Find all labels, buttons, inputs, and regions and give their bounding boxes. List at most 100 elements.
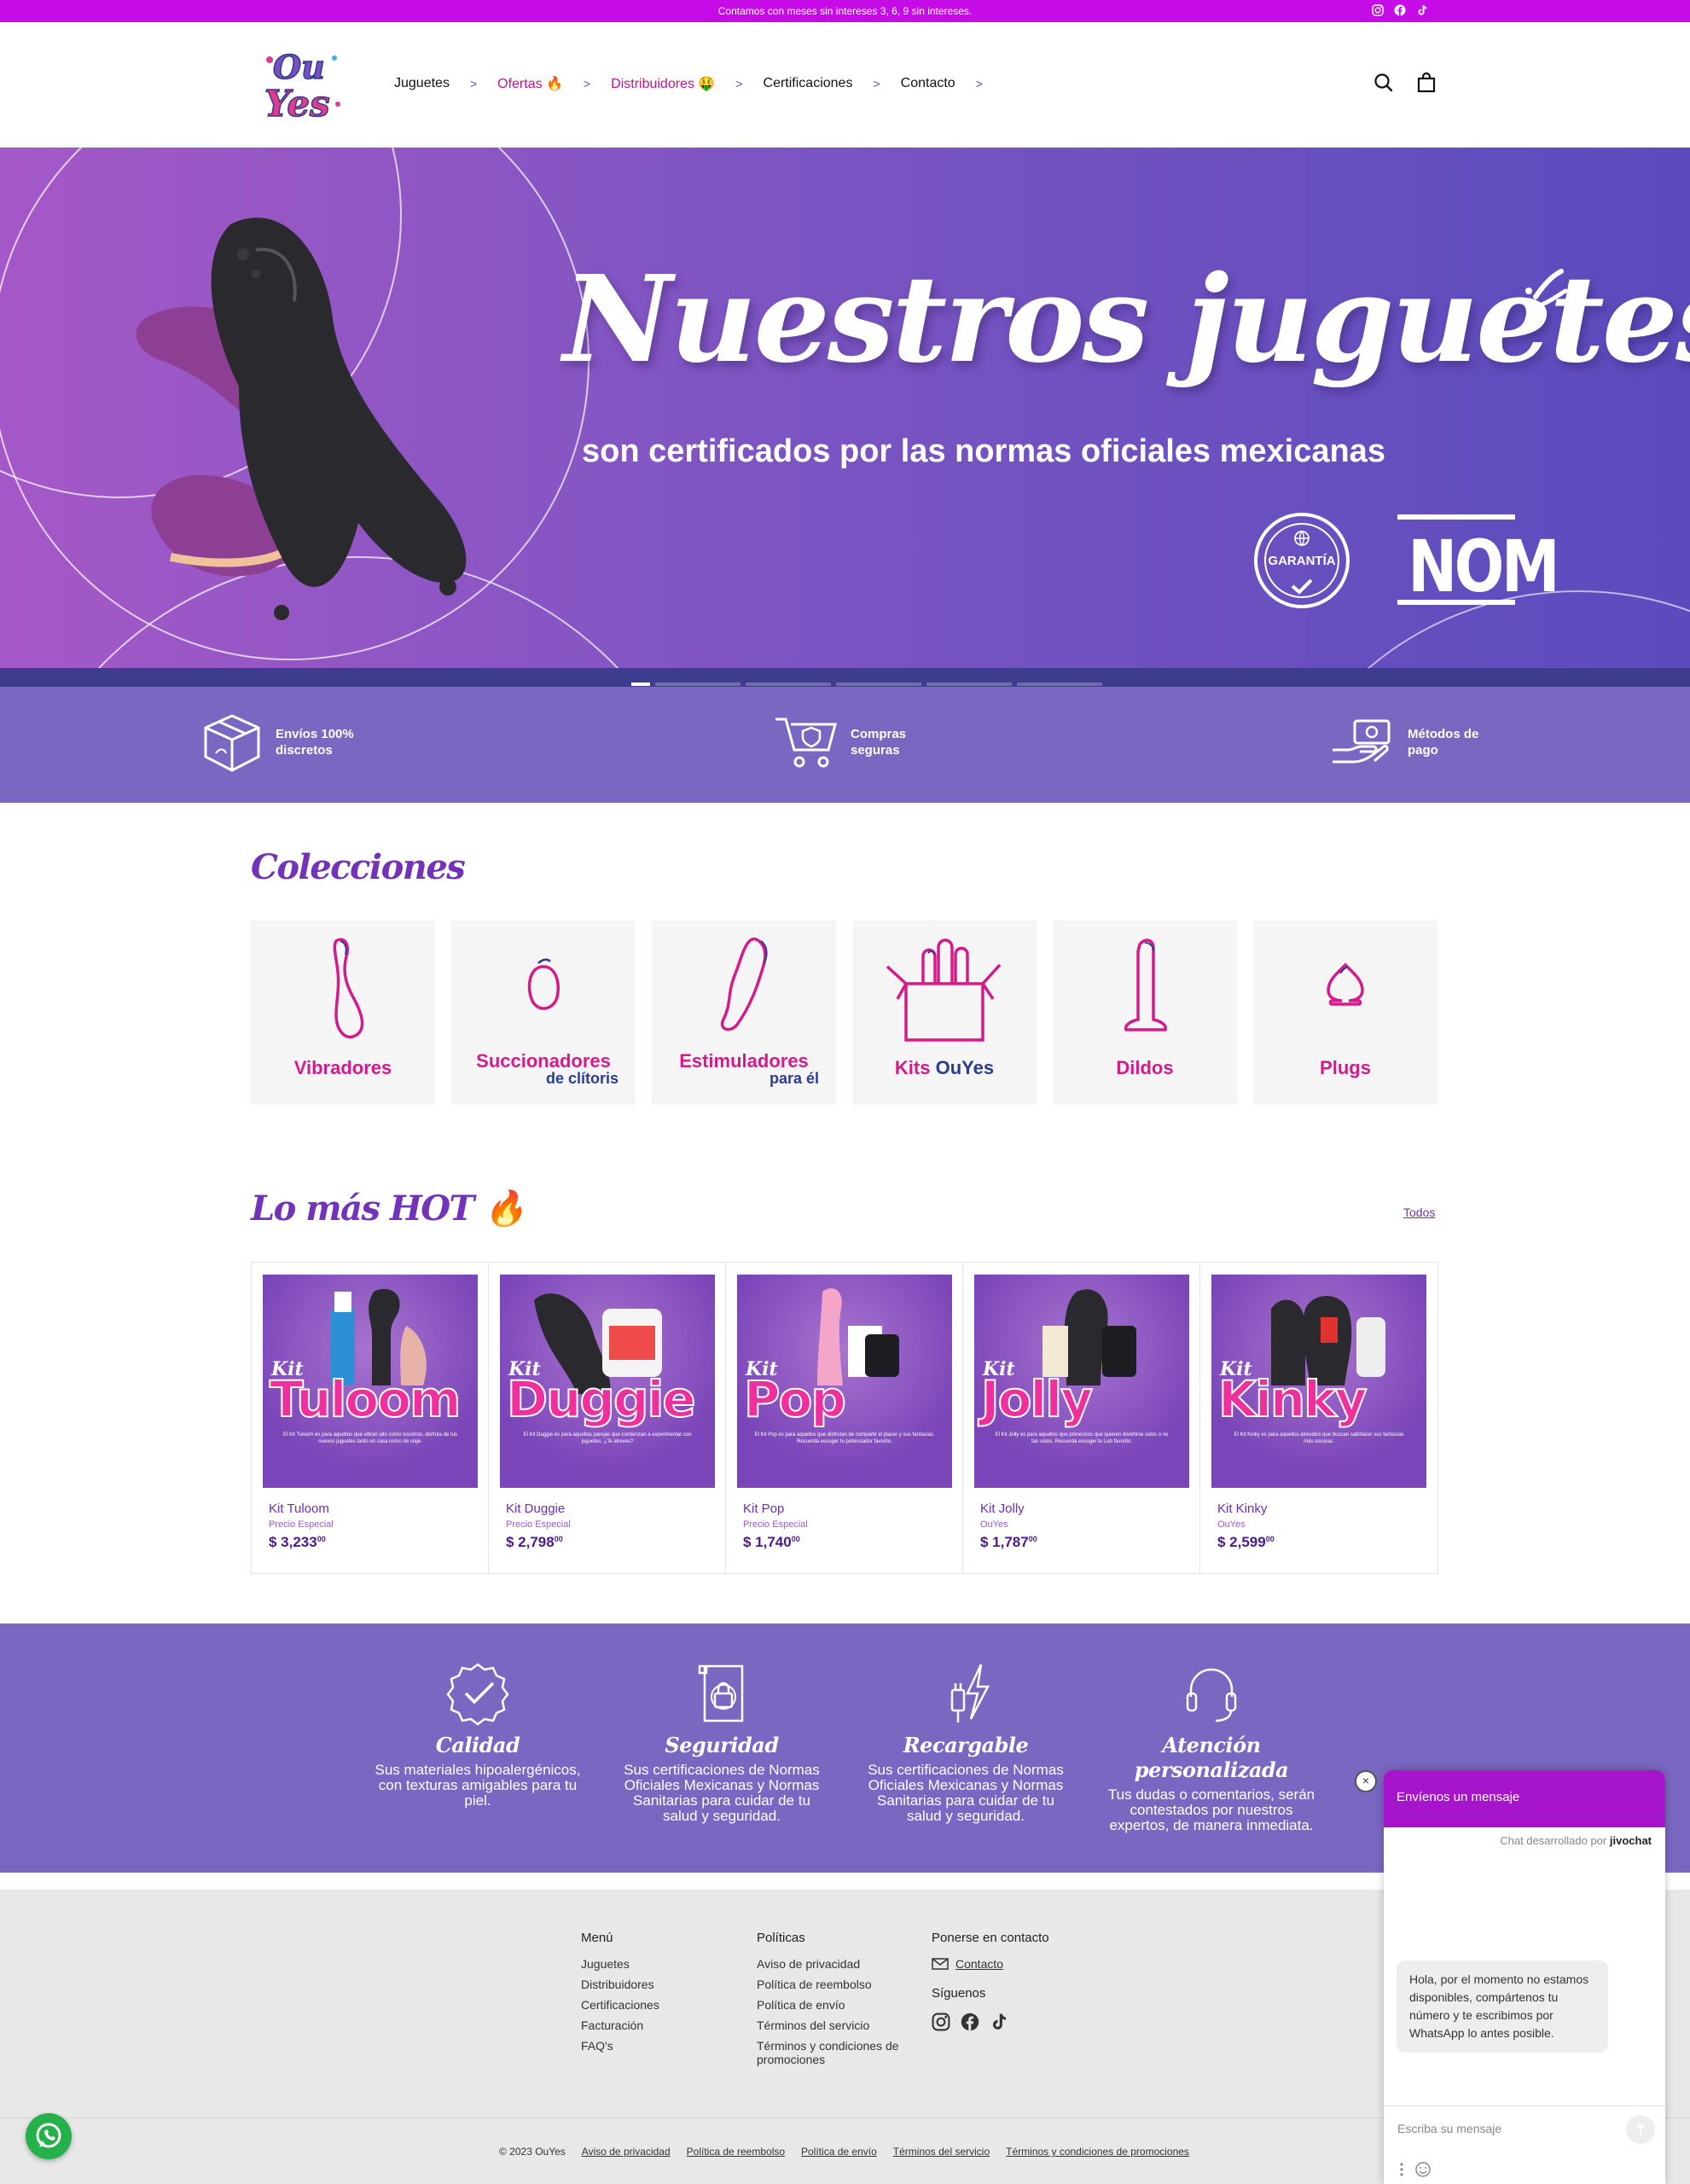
nav-chevron[interactable]: >	[470, 77, 477, 90]
slider-dot[interactable]	[836, 682, 921, 686]
chat-message: Hola, por el momento no estamos disponib…	[1397, 1960, 1608, 2053]
nav-juguetes[interactable]: Juguetes >	[394, 76, 497, 91]
nav-contacto[interactable]: Contacto >	[901, 76, 1003, 91]
slider-dot[interactable]	[746, 682, 831, 686]
garantia-label: GARANTÍA	[1268, 554, 1336, 568]
product-image[interactable]: Kit Kinky El Kit Kinky es para aquellos …	[1211, 1275, 1426, 1488]
ouyes-word: OuYes	[935, 1057, 995, 1078]
product-name[interactable]: Kit Jolly	[980, 1502, 1025, 1516]
footer-link[interactable]: Juguetes	[581, 1957, 659, 1971]
nav-chevron[interactable]: >	[873, 77, 880, 90]
bottom-link[interactable]: Términos y condiciones de promociones	[1006, 2146, 1189, 2158]
vibrator-icon	[333, 938, 364, 1039]
footer-link[interactable]: Certificaciones	[581, 1998, 659, 2012]
collection-label: Plugs	[1320, 1057, 1371, 1078]
hero-banner[interactable]: Nuestros juguetes son certificados por l…	[0, 148, 1690, 687]
cart-icon[interactable]	[1415, 72, 1437, 94]
emoji-icon[interactable]	[1414, 2161, 1432, 2178]
footer-link[interactable]: Política de envío	[757, 1998, 910, 2012]
footer-contact-link[interactable]: Contacto	[932, 1957, 1049, 1971]
tiktok-icon[interactable]	[990, 2013, 1008, 2031]
value-title: Calidad	[435, 1733, 520, 1757]
facebook-icon[interactable]	[961, 2013, 979, 2031]
collection-label: Dildos	[1116, 1057, 1174, 1078]
footer-link[interactable]: Aviso de privacidad	[757, 1957, 910, 1971]
whatsapp-button[interactable]	[26, 2113, 72, 2159]
product-name[interactable]: Kit Kinky	[1217, 1502, 1267, 1516]
product-price: $ 3,23300	[269, 1534, 326, 1551]
product-vendor: OuYes	[980, 1519, 1008, 1530]
hot-title: Lo más HOT 🔥	[251, 1188, 526, 1228]
slider-dot[interactable]	[655, 682, 740, 686]
chat-close-button[interactable]: ×	[1355, 1770, 1377, 1792]
footer-contact-title: Ponerse en contacto	[932, 1931, 1049, 1945]
view-all-link[interactable]: Todos	[1403, 1205, 1435, 1219]
slider-dot[interactable]	[926, 682, 1012, 686]
bottom-link[interactable]: Aviso de privacidad	[582, 2146, 671, 2158]
nav-ofertas[interactable]: Ofertas 🔥 >	[497, 75, 611, 92]
instagram-icon[interactable]	[932, 2013, 950, 2031]
footer-link[interactable]: Términos y condiciones de promociones	[757, 2039, 910, 2066]
brand-logo[interactable]: Ou Yes	[253, 41, 348, 126]
product-card[interactable]: Kit Tuloom El Kit Tuloom es para aquello…	[252, 1263, 489, 1573]
search-icon[interactable]	[1373, 72, 1395, 94]
bottom-link[interactable]: Política de envío	[801, 2146, 877, 2158]
nav-chevron[interactable]: >	[584, 77, 590, 90]
facebook-icon[interactable]	[1392, 3, 1408, 18]
product-image[interactable]: Kit Jolly El Kit Jolly es para aquellos …	[974, 1275, 1189, 1488]
whatsapp-icon	[36, 2123, 61, 2148]
bottom-link[interactable]: Términos del servicio	[893, 2146, 990, 2158]
footer-contact: Ponerse en contacto Contacto Síguenos	[932, 1931, 1049, 2031]
product-name[interactable]: Kit Pop	[743, 1502, 784, 1516]
feature-payment: Métodos de pago	[1329, 709, 1501, 775]
collection-dildos[interactable]: Dildos	[1053, 921, 1237, 1105]
collection-estimuladores[interactable]: Estimuladores para él	[652, 921, 836, 1105]
product-image-name: Pop	[743, 1369, 847, 1429]
bottom-link[interactable]: Política de reembolso	[687, 2146, 785, 2158]
product-image[interactable]: Kit Tuloom El Kit Tuloom es para aquello…	[263, 1275, 478, 1488]
send-button[interactable]	[1626, 2115, 1655, 2144]
chat-brand[interactable]: jivochat	[1610, 1834, 1652, 1847]
footer-link[interactable]: Términos del servicio	[757, 2018, 910, 2032]
footer-link[interactable]: FAQ's	[581, 2039, 659, 2053]
quality-seal-icon	[446, 1663, 509, 1726]
nav-chevron[interactable]: >	[735, 77, 742, 90]
plug-icon	[1327, 962, 1364, 1006]
hot-title-text: Lo más HOT	[251, 1188, 474, 1228]
value-title: Recargable	[903, 1733, 1029, 1757]
product-card[interactable]: Kit Pop El Kit Pop es para aquellos que …	[726, 1263, 963, 1573]
product-card[interactable]: Kit Kinky El Kit Kinky es para aquellos …	[1200, 1263, 1437, 1573]
product-image-name: Jolly	[980, 1369, 1094, 1429]
nav-certificaciones[interactable]: Certificaciones >	[764, 76, 901, 91]
more-options-icon[interactable]	[1397, 2161, 1406, 2178]
nav-distribuidores[interactable]: Distribuidores 🤑 >	[611, 75, 763, 92]
footer-link[interactable]: Distribuidores	[581, 1978, 659, 1991]
product-name[interactable]: Kit Duggie	[506, 1502, 565, 1516]
collection-vibradores[interactable]: Vibradores	[251, 921, 435, 1105]
collection-succionadores[interactable]: Succionadores de clítoris	[451, 921, 636, 1105]
chat-input[interactable]: Escriba su mensaje	[1397, 2122, 1501, 2135]
instagram-icon[interactable]	[1370, 3, 1385, 18]
tiktok-icon[interactable]	[1414, 3, 1430, 18]
slider-dot[interactable]	[631, 682, 650, 686]
product-vendor: Precio Especial	[743, 1519, 808, 1530]
dildo-icon	[1124, 938, 1168, 1031]
product-image[interactable]: Kit Pop El Kit Pop es para aquellos que …	[737, 1275, 952, 1488]
nav-chevron[interactable]: >	[976, 77, 983, 90]
colecciones-title: Colecciones	[251, 847, 466, 887]
product-card[interactable]: Kit Duggie El Kit Duggie es para aquella…	[489, 1263, 726, 1573]
product-card[interactable]: Kit Jolly El Kit Jolly es para aquellos …	[963, 1263, 1200, 1573]
slider-dot[interactable]	[1017, 682, 1102, 686]
product-image[interactable]: Kit Duggie El Kit Duggie es para aquella…	[500, 1275, 715, 1488]
footer-link[interactable]: Facturación	[581, 2018, 659, 2032]
footer-policies-title: Políticas	[757, 1931, 805, 1945]
chat-header[interactable]: Envíenos un mensaje	[1384, 1770, 1665, 1827]
product-name[interactable]: Kit Tuloom	[269, 1502, 329, 1516]
feature-label: Métodos de pago	[1408, 727, 1479, 758]
collection-kits[interactable]: Kits OuYes	[852, 921, 1037, 1105]
feature-discreet: Envíos 100% discretos	[199, 709, 369, 775]
price-amount: $ 1,787	[980, 1534, 1029, 1550]
collection-plugs[interactable]: Plugs	[1253, 921, 1437, 1105]
footer-link[interactable]: Política de reembolso	[757, 1978, 910, 1991]
hero-subtitle: son certificados por las normas oficiale…	[582, 433, 1385, 469]
